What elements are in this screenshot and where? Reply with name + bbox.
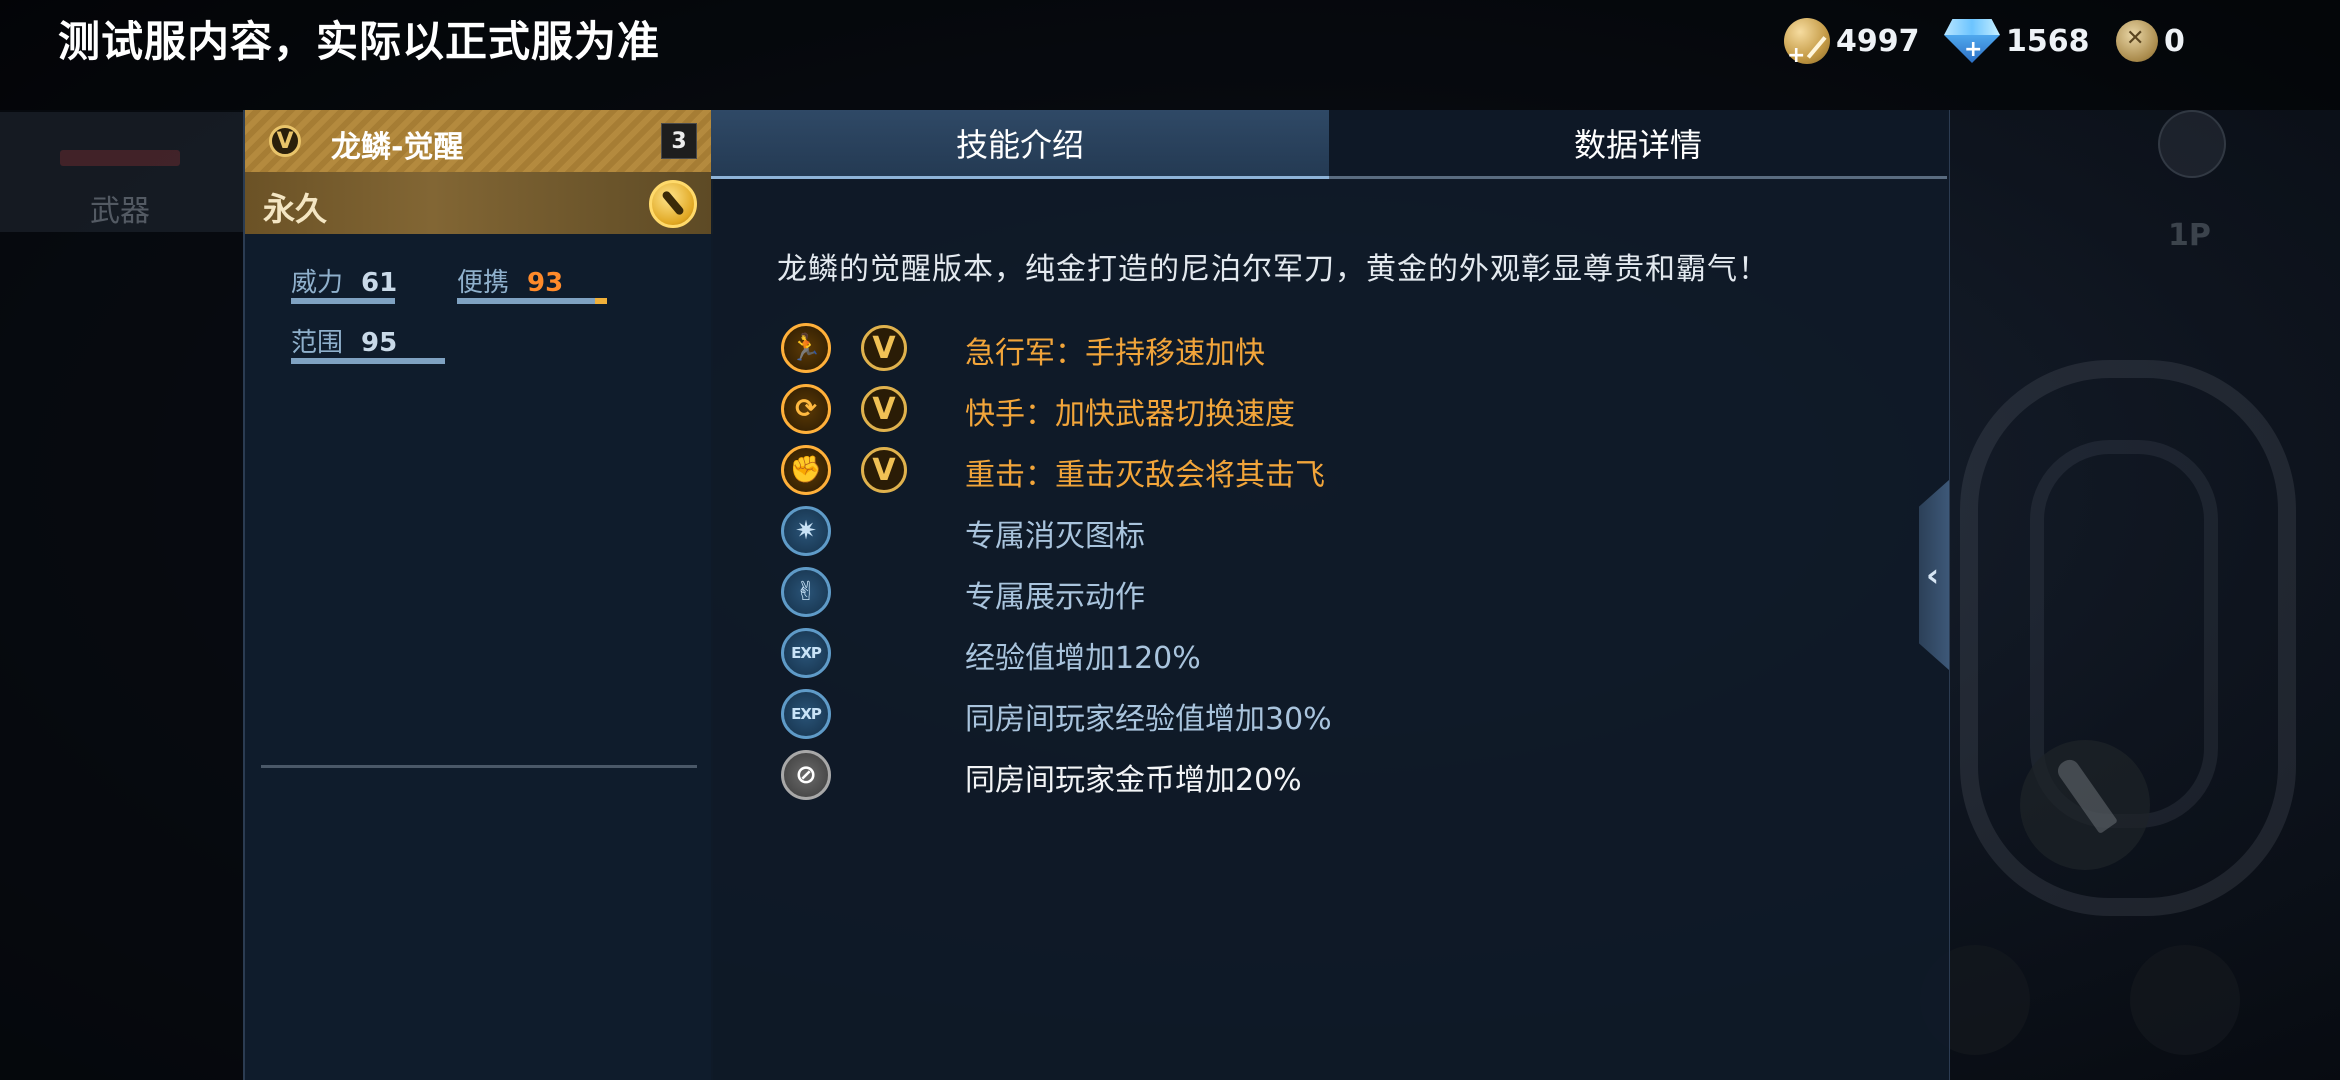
skill-text: 专属展示动作 xyxy=(965,580,1145,615)
stat-bar xyxy=(457,298,607,304)
card-divider xyxy=(261,765,697,768)
stat-label: 范围 xyxy=(291,328,344,358)
chevron-left-icon[interactable]: ‹ xyxy=(1926,556,1939,594)
kill-mark-icon: ✷ xyxy=(781,506,831,556)
skill-text: 重击：重击灭敌会将其击飞 xyxy=(965,458,1325,493)
stat-range: 范围 95 xyxy=(291,322,445,364)
token-amount: 0 xyxy=(2164,23,2185,59)
background-sidebar xyxy=(0,110,243,1080)
heavy-hit-icon: ✊ xyxy=(781,445,831,495)
item-description: 龙鳞的觉醒版本，纯金打造的尼泊尔军刀，黄金的外观彰显尊贵和霸气！ xyxy=(777,252,1769,287)
tab-data-details[interactable]: 数据详情 xyxy=(1329,110,1947,179)
vip-v-icon: V xyxy=(861,386,907,432)
background-settings-icon xyxy=(2158,110,2226,178)
test-server-banner: 测试服内容，实际以正式服为准 xyxy=(58,17,661,66)
vip-v-icon: V xyxy=(861,447,907,493)
stat-bar xyxy=(291,298,395,304)
background-crouch-button xyxy=(2130,945,2240,1055)
skill-text: 经验值增加120% xyxy=(965,641,1201,676)
item-title-bar: V 龙鳞-觉醒 3 xyxy=(245,110,713,173)
gold-coin-icon xyxy=(1784,18,1830,68)
sprint-icon: 🏃 xyxy=(781,323,831,373)
item-duration: 永久 xyxy=(263,190,328,228)
tab-skill-intro[interactable]: 技能介绍 xyxy=(711,110,1329,179)
diamond-currency[interactable]: + 1568 xyxy=(1944,16,2090,66)
skill-text: 急行军：手持移速加快 xyxy=(965,336,1265,371)
exp-icon: EXP xyxy=(781,628,831,678)
background-weapon-label: 武器 xyxy=(90,194,150,229)
stat-value: 61 xyxy=(361,268,398,298)
quick-swap-icon: ⟳ xyxy=(781,384,831,434)
detail-panel: 技能介绍 数据详情 龙鳞的觉醒版本，纯金打造的尼泊尔军刀，黄金的外观彰显尊贵和霸… xyxy=(711,110,1950,1080)
stat-portability: 便携 93 xyxy=(457,262,607,304)
stat-label: 威力 xyxy=(291,268,344,298)
item-name: 龙鳞-觉醒 xyxy=(331,130,464,165)
stat-label: 便携 xyxy=(457,268,510,298)
skill-text: 同房间玩家经验值增加30% xyxy=(965,702,1332,737)
weapon-silhouette-icon xyxy=(60,150,180,166)
item-level-badge: 3 xyxy=(661,123,697,159)
diamond-icon: + xyxy=(1944,19,2000,63)
gold-currency[interactable]: 4997 xyxy=(1784,16,1920,68)
skill-text: 快手：加快武器切换速度 xyxy=(965,397,1295,432)
background-1p-label: 1P xyxy=(2168,218,2211,253)
token-currency[interactable]: 0 xyxy=(2116,16,2185,66)
vip-v-icon: V xyxy=(269,125,301,157)
room-gold-icon: ⊘ xyxy=(781,750,831,800)
stat-bar xyxy=(291,358,445,364)
gold-knife-icon[interactable] xyxy=(649,180,697,228)
room-exp-icon: EXP xyxy=(781,689,831,739)
item-card: V 龙鳞-觉醒 3 永久 威力 61 便携 93 范围 95 xyxy=(243,110,713,1080)
stat-value: 93 xyxy=(527,268,564,298)
vip-v-icon: V xyxy=(861,325,907,371)
skill-text: 同房间玩家金币增加20% xyxy=(965,763,1302,798)
gold-amount: 4997 xyxy=(1836,23,1920,59)
stat-value: 95 xyxy=(361,328,398,358)
diamond-amount: 1568 xyxy=(2006,23,2090,59)
item-duration-bar: 永久 xyxy=(245,172,713,234)
token-icon xyxy=(2116,20,2158,62)
pose-icon: ✌ xyxy=(781,567,831,617)
skill-text: 专属消灭图标 xyxy=(965,519,1145,554)
stat-power: 威力 61 xyxy=(291,262,398,304)
